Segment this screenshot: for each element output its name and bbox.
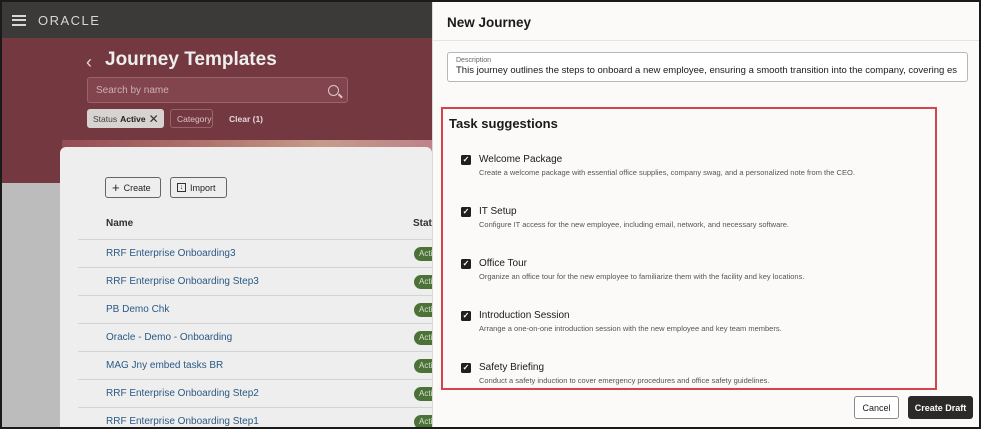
status-filter-label: Status — [93, 113, 118, 124]
import-button-label: Import — [190, 182, 216, 193]
column-header-status[interactable]: Statu — [413, 218, 432, 229]
new-journey-drawer: New Journey Description This journey out… — [432, 2, 979, 427]
checkbox-checked-icon[interactable]: ✓ — [461, 259, 471, 269]
checkbox-checked-icon[interactable]: ✓ — [461, 363, 471, 373]
status-badge: Acti — [414, 303, 432, 317]
status-badge: Acti — [414, 247, 432, 261]
column-header-name[interactable]: Name — [106, 218, 133, 229]
task-description: Create a welcome package with essential … — [479, 168, 855, 177]
template-name-link[interactable]: PB Demo Chk — [106, 304, 169, 315]
search-placeholder: Search by name — [96, 84, 169, 96]
search-input[interactable]: Search by name — [87, 77, 348, 103]
journey-templates-page: ORACLE ‹ Journey Templates Search by nam… — [2, 2, 432, 427]
task-description: Arrange a one-on-one introduction sessio… — [479, 324, 782, 333]
template-name-link[interactable]: RRF Enterprise Onboarding Step3 — [106, 276, 259, 287]
status-badge: Acti — [414, 331, 432, 345]
divider — [433, 40, 979, 41]
task-title: Office Tour — [479, 258, 527, 269]
drawer-title: New Journey — [447, 15, 532, 30]
create-draft-button[interactable]: Create Draft — [908, 396, 973, 419]
checkbox-checked-icon[interactable]: ✓ — [461, 311, 471, 321]
search-icon[interactable] — [328, 84, 339, 96]
checkbox-checked-icon[interactable]: ✓ — [461, 155, 471, 165]
template-name-link[interactable]: RRF Enterprise Onboarding Step2 — [106, 388, 259, 399]
table-row[interactable]: MAG Jny embed tasks BR Acti — [78, 351, 432, 379]
task-title: Welcome Package — [479, 154, 563, 165]
template-name-link[interactable]: MAG Jny embed tasks BR — [106, 360, 223, 371]
hamburger-menu-icon[interactable] — [12, 14, 26, 26]
back-chevron-icon[interactable]: ‹ — [86, 52, 92, 73]
import-icon: ↓ — [177, 183, 186, 192]
status-badge: Acti — [414, 387, 432, 401]
category-filter-label: Category — [177, 113, 212, 124]
task-title: Safety Briefing — [479, 362, 545, 373]
table-row[interactable]: RRF Enterprise Onboarding3 Acti — [78, 239, 432, 267]
screenshot-frame: ORACLE ‹ Journey Templates Search by nam… — [0, 0, 981, 429]
status-filter-value: Active — [120, 113, 146, 124]
task-suggestions-panel: Task suggestions ✓ Welcome Package Creat… — [441, 107, 937, 390]
checkbox-checked-icon[interactable]: ✓ — [461, 207, 471, 217]
template-name-link[interactable]: RRF Enterprise Onboarding3 — [106, 248, 236, 259]
import-button[interactable]: ↓ Import — [170, 177, 227, 198]
table-row[interactable]: PB Demo Chk Acti — [78, 295, 432, 323]
create-button[interactable]: + Create — [105, 177, 161, 198]
table-row[interactable]: Oracle - Demo - Onboarding Acti — [78, 323, 432, 351]
status-badge: Acti — [414, 275, 432, 289]
task-description: Conduct a safety induction to cover emer… — [479, 376, 770, 385]
description-label: Description — [456, 57, 492, 64]
oracle-logo: ORACLE — [38, 12, 101, 28]
template-name-link[interactable]: Oracle - Demo - Onboarding — [106, 332, 232, 343]
description-value[interactable]: This journey outlines the steps to onboa… — [456, 65, 959, 76]
status-filter-chip[interactable]: Status Active ✕ — [87, 109, 164, 128]
templates-card: + Create ↓ Import Name Statu RRF Enterpr… — [60, 147, 432, 427]
cancel-button[interactable]: Cancel — [854, 396, 899, 419]
task-suggestions-heading: Task suggestions — [449, 116, 558, 131]
description-field[interactable]: Description This journey outlines the st… — [447, 52, 968, 82]
category-filter-chip[interactable]: Category — [170, 109, 213, 128]
status-badge: Acti — [414, 415, 432, 427]
task-title: IT Setup — [479, 206, 517, 217]
table-row[interactable]: RRF Enterprise Onboarding Step3 Acti — [78, 267, 432, 295]
task-description: Organize an office tour for the new empl… — [479, 272, 805, 281]
table-row[interactable]: RRF Enterprise Onboarding Step2 Acti — [78, 379, 432, 407]
clear-filters-link[interactable]: Clear (1) — [223, 109, 269, 128]
create-button-label: Create — [123, 182, 151, 193]
table-row[interactable]: RRF Enterprise Onboarding Step1 Acti — [78, 407, 432, 427]
task-title: Introduction Session — [479, 310, 570, 321]
top-bar: ORACLE — [2, 2, 432, 38]
page-title: Journey Templates — [105, 49, 277, 70]
templates-table: RRF Enterprise Onboarding3 Acti RRF Ente… — [78, 239, 432, 427]
status-badge: Acti — [414, 359, 432, 373]
remove-filter-icon[interactable]: ✕ — [149, 112, 159, 126]
task-description: Configure IT access for the new employee… — [479, 220, 790, 229]
plus-icon: + — [112, 180, 120, 195]
template-name-link[interactable]: RRF Enterprise Onboarding Step1 — [106, 416, 259, 427]
